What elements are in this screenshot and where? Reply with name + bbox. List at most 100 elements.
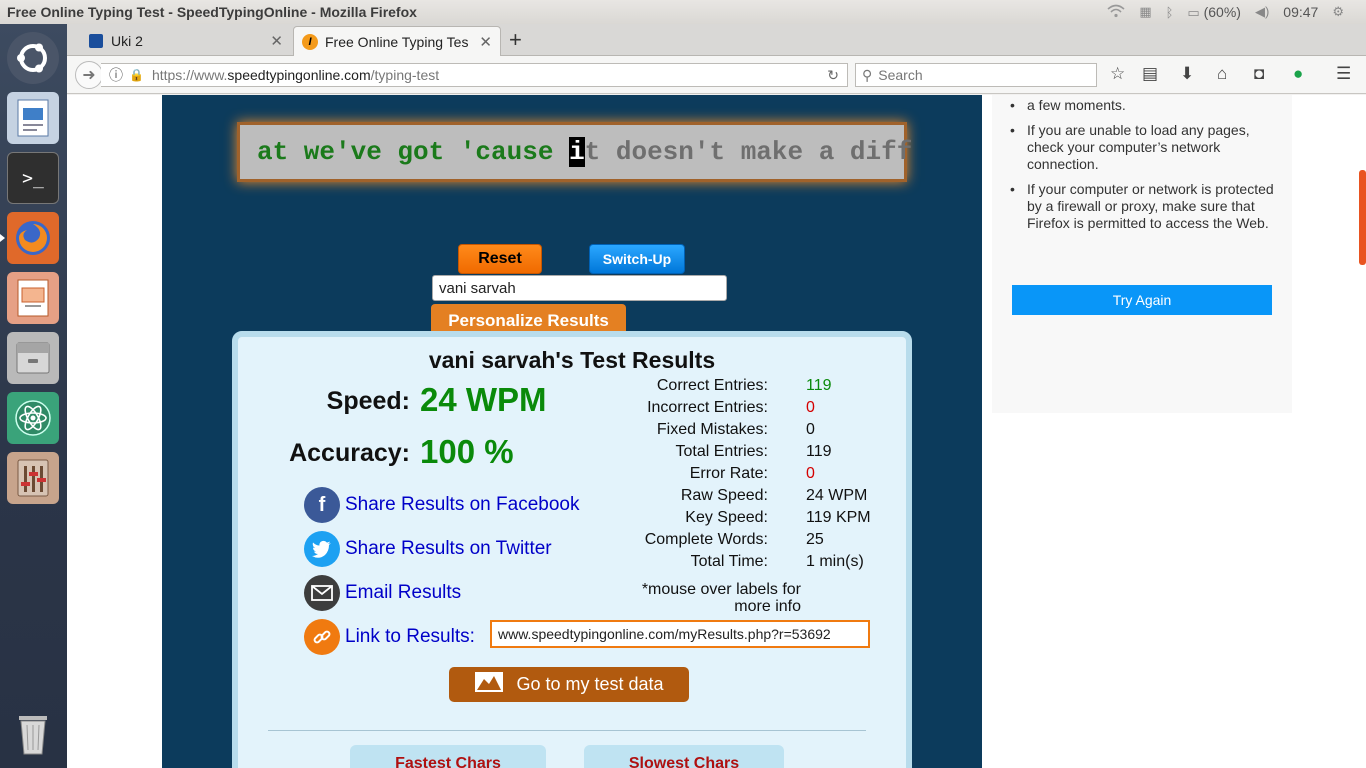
bluetooth-icon[interactable]: ᛒ [1166, 5, 1174, 20]
url-scheme: https://www. [151, 67, 228, 83]
back-button[interactable]: ➜ [75, 61, 103, 89]
tab-slowest-chars[interactable]: Slowest Chars [584, 745, 784, 768]
stat-row: Fixed Mistakes: 0 [598, 421, 898, 443]
search-placeholder: Search [878, 67, 923, 83]
stat-value: 0 [806, 421, 815, 438]
firefox-icon[interactable] [0, 212, 59, 264]
twitter-icon [304, 531, 340, 567]
lock-icon: 🔒 [129, 68, 144, 82]
close-tab-icon[interactable]: ✕ [270, 32, 283, 50]
battery-icon: ▭ [1187, 4, 1200, 20]
facebook-icon: f [304, 487, 340, 523]
tab-fastest-chars[interactable]: Fastest Chars [350, 745, 546, 768]
stat-value: 1 min(s) [806, 553, 864, 570]
stat-row: Total Entries: 119 [598, 443, 898, 465]
reload-icon[interactable]: ↻ [827, 67, 839, 84]
unity-launcher: >_ [0, 24, 67, 768]
share-twitter-link[interactable]: Share Results on Twitter [304, 531, 552, 567]
volume-icon[interactable]: ◀) [1255, 4, 1269, 20]
close-tab-icon[interactable]: ✕ [479, 33, 492, 51]
settings-gear-icon[interactable]: ⚙ [1332, 4, 1344, 20]
info-icon[interactable]: ⓘ [109, 65, 123, 85]
search-input[interactable]: ⚲ Search [855, 63, 1097, 87]
speed-label[interactable]: Speed: [288, 387, 410, 416]
speed-value: 24 WPM [420, 381, 547, 418]
try-again-button[interactable]: Try Again [1012, 285, 1272, 315]
back-arrow-icon: ➜ [82, 67, 96, 84]
chart-area-icon [474, 671, 504, 698]
download-icon[interactable]: ⬇ [1180, 64, 1194, 84]
suggestion-item: If you are unable to load any pages, che… [1010, 122, 1275, 173]
mouse-over-note: *mouse over labels for more info [641, 581, 801, 615]
stat-label[interactable]: Incorrect Entries: [647, 399, 768, 417]
stat-value: 119 [806, 377, 832, 394]
email-results-label: Email Results [345, 582, 462, 603]
bookmark-star-icon[interactable]: ☆ [1110, 64, 1125, 84]
go-to-test-data-button[interactable]: Go to my test data [449, 667, 689, 702]
name-input[interactable]: vani sarvah [432, 275, 727, 301]
email-results-link[interactable]: Email Results [304, 575, 461, 611]
offline-error-panel: a few moments. If you are unable to load… [992, 95, 1292, 413]
keyboard-icon[interactable]: ▦ [1139, 4, 1151, 20]
home-icon[interactable]: ⌂ [1217, 64, 1227, 84]
accuracy-label[interactable]: Accuracy: [258, 439, 410, 468]
url-bar[interactable]: ⓘ 🔒 https://www. speedtypingonline.com/ty… [101, 63, 848, 87]
battery-status[interactable]: ▭ (60%) [1187, 4, 1241, 21]
url-path: /typing-test [370, 67, 440, 83]
stat-label[interactable]: Total Time: [691, 553, 768, 571]
link-to-results-label: Link to Results: [345, 626, 475, 647]
search-icon: ⚲ [862, 66, 873, 83]
typing-text-box[interactable]: at we've got 'cause it doesn't make a di… [237, 122, 912, 182]
stat-label[interactable]: Complete Words: [645, 531, 768, 549]
libreoffice-writer-icon[interactable] [7, 92, 59, 144]
tab-label: Free Online Typing Tes [325, 33, 469, 50]
link-to-results[interactable]: Link to Results: [304, 619, 475, 655]
stat-label[interactable]: Correct Entries: [657, 377, 768, 395]
divider [268, 730, 866, 731]
atom-icon[interactable] [7, 392, 59, 444]
stat-value: 119 KPM [806, 509, 871, 526]
stat-row: Incorrect Entries: 0 [598, 399, 898, 421]
results-panel: vani sarvah's Test Results Speed: 24 WPM… [232, 331, 912, 768]
tab-uki[interactable]: Uki 2 ✕ [81, 26, 291, 56]
reset-button[interactable]: Reset [458, 244, 542, 274]
suggestion-item: a few moments. [1010, 97, 1275, 114]
files-icon[interactable] [7, 332, 59, 384]
navigation-bar: ➜ ⓘ 🔒 https://www. speedtypingonline.com /… [67, 56, 1366, 94]
switch-up-button[interactable]: Switch-Up [589, 244, 685, 274]
window-title: Free Online Typing Test - SpeedTypingOnl… [7, 4, 417, 20]
new-tab-button[interactable]: + [509, 27, 522, 53]
tab-typing-test[interactable]: I Free Online Typing Tes ✕ [293, 26, 501, 56]
stat-label[interactable]: Error Rate: [690, 465, 768, 483]
clock[interactable]: 09:47 [1283, 4, 1318, 20]
pocket-icon[interactable]: ◘ [1254, 64, 1264, 84]
trash-icon[interactable] [7, 708, 59, 760]
error-suggestions-list: a few moments. If you are unable to load… [1010, 95, 1275, 240]
results-link-field[interactable]: www.speedtypingonline.com/myResults.php?… [490, 620, 870, 648]
system-tray: ▦ ᛒ ▭ (60%) ◀) 09:47 ⚙ [1107, 0, 1366, 24]
battery-percent: (60%) [1203, 3, 1241, 20]
menu-icon[interactable]: ☰ [1336, 64, 1351, 84]
typed-text: at we've got 'cause [257, 137, 570, 167]
mixer-icon[interactable] [7, 452, 59, 504]
stat-label[interactable]: Raw Speed: [681, 487, 768, 505]
ubuntu-dash-icon[interactable] [7, 32, 59, 84]
stat-label[interactable]: Key Speed: [685, 509, 768, 527]
stat-label[interactable]: Total Entries: [676, 443, 768, 461]
tab-bar: Uki 2 ✕ I Free Online Typing Tes ✕ + [67, 24, 1366, 56]
terminal-icon[interactable]: >_ [7, 152, 59, 204]
contact-icon [89, 34, 103, 48]
stat-row: Error Rate: 0 [598, 465, 898, 487]
tab-label: Uki 2 [111, 33, 143, 49]
email-envelope-icon [304, 575, 340, 611]
reading-list-icon[interactable]: ▤ [1142, 64, 1158, 84]
wifi-icon[interactable] [1107, 4, 1125, 21]
share-facebook-label: Share Results on Facebook [345, 494, 580, 515]
libreoffice-impress-icon[interactable] [7, 272, 59, 324]
scrollbar-thumb[interactable] [1359, 170, 1366, 265]
stat-row: Total Time: 1 min(s) [598, 553, 898, 575]
window-title-bar: Free Online Typing Test - SpeedTypingOnl… [0, 0, 1366, 24]
share-facebook-link[interactable]: f Share Results on Facebook [304, 487, 579, 523]
grammarly-icon[interactable]: ● [1293, 64, 1303, 84]
stat-label[interactable]: Fixed Mistakes: [657, 421, 768, 439]
